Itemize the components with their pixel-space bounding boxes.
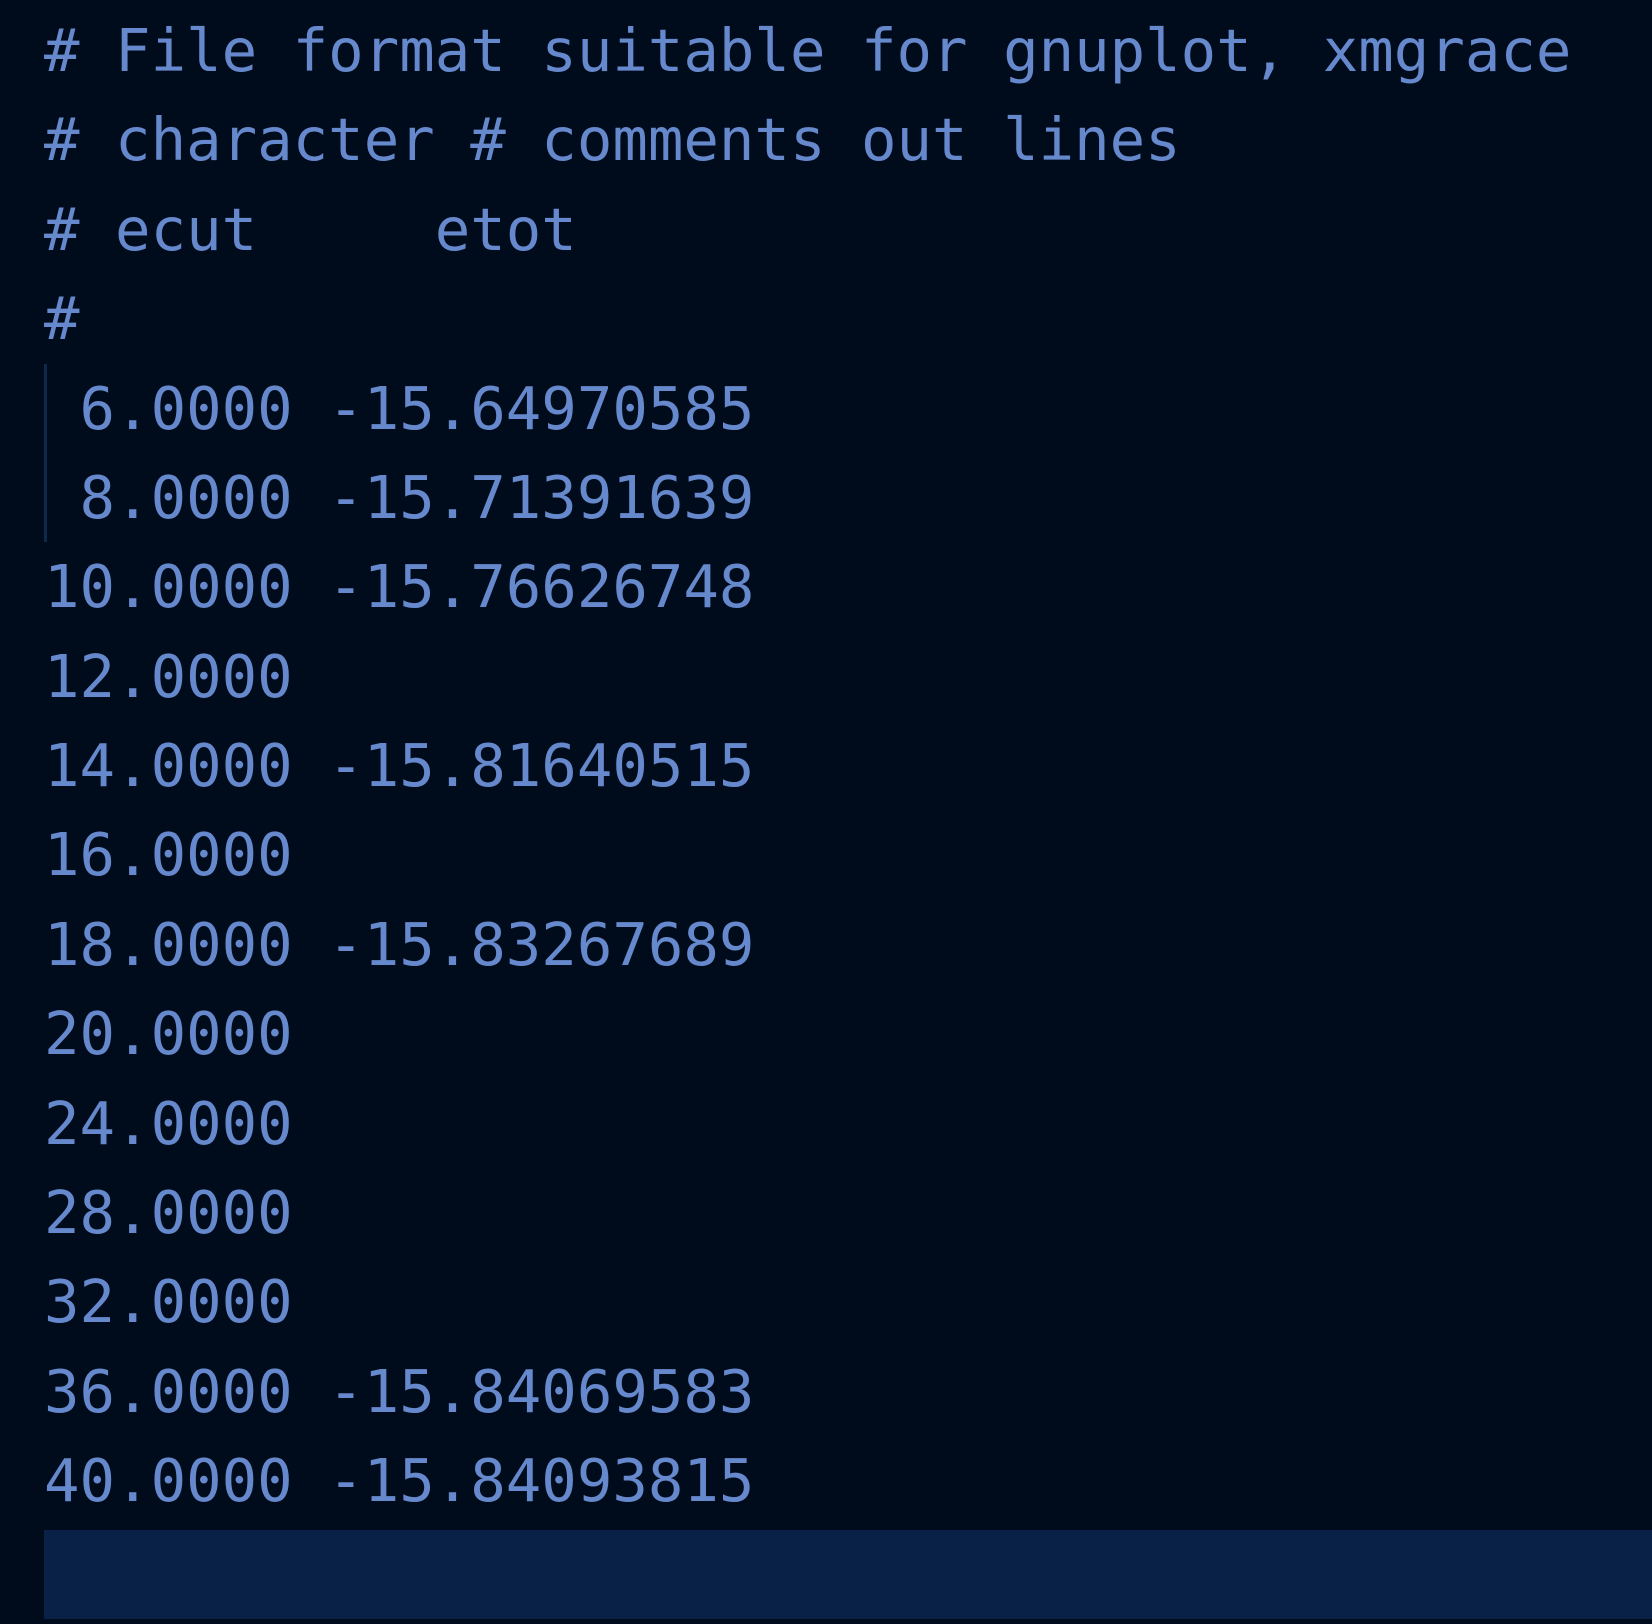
text-editor[interactable]: # File format suitable for gnuplot, xmgr…: [0, 0, 1652, 1624]
code-line-9[interactable]: 14.0000 -15.81640515: [44, 721, 754, 810]
code-line-1[interactable]: # File format suitable for gnuplot, xmgr…: [44, 6, 1571, 95]
code-line-10[interactable]: 16.0000: [44, 810, 293, 899]
code-line-16[interactable]: 36.0000 -15.84069583: [44, 1347, 754, 1436]
code-line-3[interactable]: # ecut etot: [44, 185, 577, 274]
current-line-highlight: [44, 1530, 1652, 1619]
code-line-5[interactable]: 6.0000 -15.64970585: [44, 364, 755, 453]
code-line-17[interactable]: 40.0000 -15.84093815: [44, 1436, 754, 1525]
code-line-11[interactable]: 18.0000 -15.83267689: [44, 900, 754, 989]
code-line-8[interactable]: 12.0000: [44, 632, 293, 721]
code-line-13[interactable]: 24.0000: [44, 1079, 293, 1168]
code-line-12[interactable]: 20.0000: [44, 989, 293, 1078]
code-line-14[interactable]: 28.0000: [44, 1168, 293, 1257]
code-line-7[interactable]: 10.0000 -15.76626748: [44, 542, 754, 631]
code-line-6[interactable]: 8.0000 -15.71391639: [44, 453, 755, 542]
code-line-2[interactable]: # character # comments out lines: [44, 95, 1181, 184]
code-line-15[interactable]: 32.0000: [44, 1257, 293, 1346]
code-line-4[interactable]: #: [44, 274, 80, 363]
